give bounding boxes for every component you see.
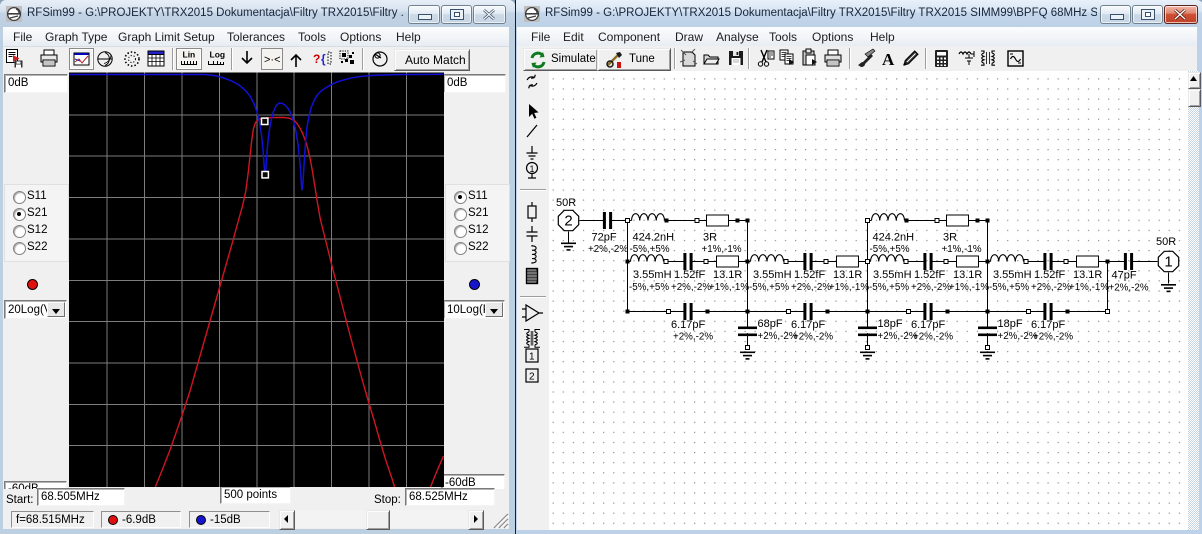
svg-text:3.55mH: 3.55mH bbox=[873, 269, 912, 281]
svg-text:2: 2 bbox=[564, 213, 572, 230]
svg-text:1: 1 bbox=[529, 352, 535, 363]
svg-text:+2%,-2%: +2%,-2% bbox=[791, 282, 831, 293]
svg-text:47pF: 47pF bbox=[1112, 270, 1137, 282]
svg-text:1.52fF: 1.52fF bbox=[1034, 269, 1065, 281]
svg-text:-5%,+5%: -5%,+5% bbox=[870, 244, 910, 255]
svg-text:+2%,-2%: +2%,-2% bbox=[878, 331, 918, 342]
svg-text:424.2nH: 424.2nH bbox=[873, 232, 915, 244]
svg-text:6.17pF: 6.17pF bbox=[911, 319, 946, 331]
svg-text:-5%,+5%: -5%,+5% bbox=[630, 244, 670, 255]
svg-text:72pF: 72pF bbox=[592, 232, 617, 244]
svg-text:13.1R: 13.1R bbox=[953, 269, 982, 281]
svg-text:+2%,-2%: +2%,-2% bbox=[1109, 282, 1149, 293]
svg-text:+1%,-1%: +1%,-1% bbox=[709, 282, 749, 293]
svg-text:50R: 50R bbox=[556, 197, 576, 209]
svg-text:?: ? bbox=[313, 52, 320, 66]
svg-text:-5%,+5%: -5%,+5% bbox=[749, 282, 789, 293]
svg-text:>·<: >·< bbox=[264, 54, 281, 66]
svg-text:18pF: 18pF bbox=[878, 318, 903, 330]
svg-text:+1%,-1%: +1%,-1% bbox=[829, 282, 869, 293]
svg-text:1.52fF: 1.52fF bbox=[914, 269, 945, 281]
svg-text:18pF: 18pF bbox=[998, 318, 1023, 330]
svg-text:+2%,-2%: +2%,-2% bbox=[913, 331, 953, 342]
svg-text:+2%,-2%: +2%,-2% bbox=[588, 244, 628, 255]
svg-text:-5%,+5%: -5%,+5% bbox=[989, 282, 1029, 293]
svg-text:424.2nH: 424.2nH bbox=[633, 232, 675, 244]
svg-text:3.55mH: 3.55mH bbox=[633, 269, 672, 281]
svg-text:+2%,-2%: +2%,-2% bbox=[793, 331, 833, 342]
svg-text:Lin: Lin bbox=[183, 50, 196, 60]
svg-text:1: 1 bbox=[1164, 254, 1172, 271]
svg-text:1: 1 bbox=[530, 164, 535, 174]
svg-text:+1%,-1%: +1%,-1% bbox=[949, 282, 989, 293]
svg-text:6.17pF: 6.17pF bbox=[671, 319, 706, 331]
svg-text:+2%,-2%: +2%,-2% bbox=[673, 331, 713, 342]
svg-text:13.1R: 13.1R bbox=[1073, 269, 1102, 281]
svg-text:+2%,-2%: +2%,-2% bbox=[1033, 331, 1073, 342]
svg-text:50R: 50R bbox=[1156, 236, 1176, 248]
svg-text:6.17pF: 6.17pF bbox=[791, 319, 826, 331]
svg-text:+1%,-1%: +1%,-1% bbox=[1069, 282, 1109, 293]
svg-text:Log: Log bbox=[210, 50, 226, 60]
svg-text:13.1R: 13.1R bbox=[713, 269, 742, 281]
svg-text:-5%,+5%: -5%,+5% bbox=[629, 282, 669, 293]
svg-text:+1%,-1%: +1%,-1% bbox=[702, 244, 742, 255]
svg-text:6.17pF: 6.17pF bbox=[1031, 319, 1066, 331]
svg-text:3.55mH: 3.55mH bbox=[993, 269, 1032, 281]
svg-text:+2%,-2%: +2%,-2% bbox=[758, 331, 798, 342]
svg-text:+2%,-2%: +2%,-2% bbox=[911, 282, 951, 293]
svg-text:68pF: 68pF bbox=[758, 318, 783, 330]
svg-text:13.1R: 13.1R bbox=[833, 269, 862, 281]
svg-text:{: { bbox=[321, 52, 326, 66]
svg-text:+1%,-1%: +1%,-1% bbox=[942, 244, 982, 255]
svg-text:3R: 3R bbox=[703, 232, 717, 244]
svg-text:+2%,-2%: +2%,-2% bbox=[671, 282, 711, 293]
svg-text:+2%,-2%: +2%,-2% bbox=[998, 331, 1038, 342]
svg-text:+2%,-2%: +2%,-2% bbox=[1031, 282, 1071, 293]
svg-text:1.52fF: 1.52fF bbox=[794, 269, 825, 281]
svg-text:3.55mH: 3.55mH bbox=[753, 269, 792, 281]
svg-text:-5%,+5%: -5%,+5% bbox=[869, 282, 909, 293]
svg-text:2: 2 bbox=[529, 372, 535, 383]
svg-text:3R: 3R bbox=[943, 232, 957, 244]
svg-text:A: A bbox=[882, 50, 895, 69]
svg-text:1.52fF: 1.52fF bbox=[674, 269, 705, 281]
